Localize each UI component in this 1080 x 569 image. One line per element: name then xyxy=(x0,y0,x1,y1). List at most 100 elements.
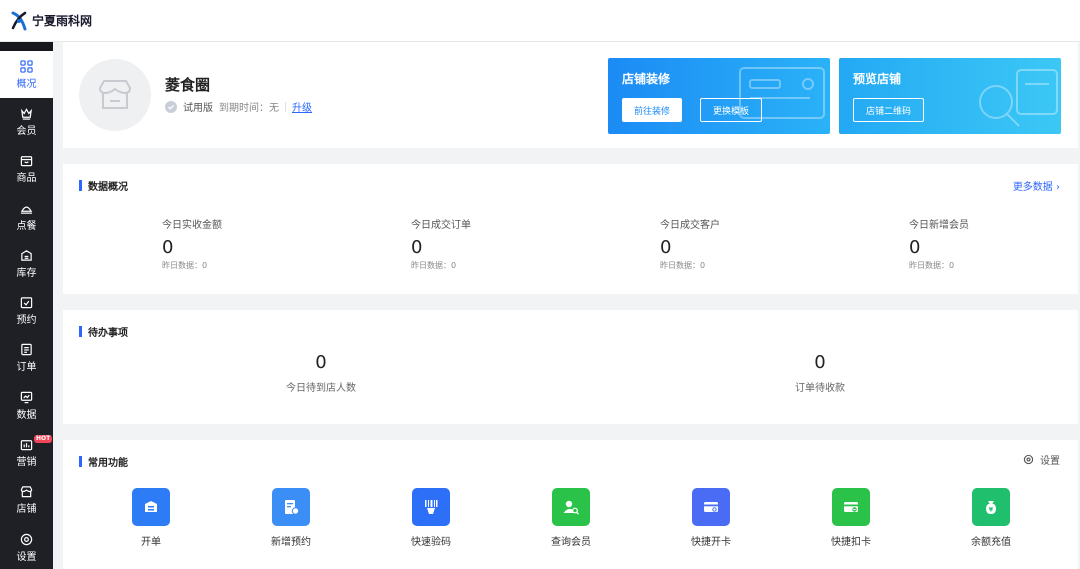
sidebar-label: 会员 xyxy=(16,125,37,137)
stat-item: 今日成交客户 0 昨日数据：0 xyxy=(660,216,720,271)
todo-label: 今日待到店人数 xyxy=(286,383,356,394)
marketing-icon xyxy=(20,440,33,451)
sidebar-label: 库存 xyxy=(16,267,37,279)
order-list-icon xyxy=(21,344,32,356)
stat-label: 今日实收金额 xyxy=(162,220,222,231)
card-deduct-icon xyxy=(832,488,870,526)
func-quick-deduct-card[interactable]: 快捷扣卡 xyxy=(811,488,891,548)
shop-qrcode-button[interactable]: 店铺二维码 xyxy=(853,98,925,122)
inventory-icon xyxy=(21,249,32,261)
sidebar-item-reservation[interactable]: 预约 xyxy=(0,287,53,334)
store-meta: 试用版 到期时间：无 升级 xyxy=(165,99,312,114)
expire-text: 到期时间：无 xyxy=(219,103,279,114)
preview-title: 预览店铺 xyxy=(853,72,902,86)
func-quick-verify[interactable]: 快速验码 xyxy=(391,488,471,548)
edition-label: 试用版 xyxy=(183,103,213,114)
data-overview-card: 数据概况 更多数据 › 今日实收金额 0 昨日数据：0 今日成交订单 0 昨日数… xyxy=(63,164,1078,294)
common-functions-card: 常用功能 设置 开单 新增预约 快速验码 查询会员 快捷开卡 快捷扣卡 ¥ 余额… xyxy=(63,440,1078,569)
sidebar-label: 预约 xyxy=(16,315,37,327)
sidebar-item-orders[interactable]: 订单 xyxy=(0,335,53,382)
new-reservation-icon xyxy=(272,488,310,526)
func-new-reservation[interactable]: 新增预约 xyxy=(251,488,331,548)
func-label: 余额充值 xyxy=(971,537,1011,548)
hot-badge: HOT xyxy=(34,435,53,444)
func-quick-open-card[interactable]: 快捷开卡 xyxy=(671,488,751,548)
stat-yesterday: 昨日数据：0 xyxy=(909,261,955,270)
settings-label: 设置 xyxy=(1040,456,1060,467)
section-title: 数据概况 xyxy=(79,178,128,193)
go-decorate-button[interactable]: 前往装修 xyxy=(622,98,683,122)
shield-check-icon xyxy=(165,100,177,113)
func-label: 快捷扣卡 xyxy=(831,537,871,548)
sidebar-item-inventory[interactable]: 库存 xyxy=(0,240,53,287)
sidebar-label: 设置 xyxy=(16,551,37,563)
sidebar-item-overview[interactable]: 概况 xyxy=(0,51,53,99)
preview-illustration xyxy=(979,69,1058,127)
more-data-link[interactable]: 更多数据 › xyxy=(1013,178,1060,193)
stat-yesterday: 昨日数据：0 xyxy=(411,261,457,270)
sidebar-label: 商品 xyxy=(16,173,37,185)
sidebar-item-settings[interactable]: 设置 xyxy=(0,524,53,569)
func-label: 快速验码 xyxy=(411,537,451,548)
sidebar-label: 点餐 xyxy=(16,220,37,232)
stat-value: 0 xyxy=(660,237,672,258)
sidebar-item-ordering[interactable]: 点餐 xyxy=(0,193,53,240)
store-card: 菱食圈 试用版 到期时间：无 升级 店铺装修 前往装修 更换模板 预览店铺 店铺… xyxy=(63,42,1078,148)
member-search-icon xyxy=(552,488,590,526)
crown-icon xyxy=(20,108,33,120)
upgrade-link[interactable]: 升级 xyxy=(292,99,312,114)
todo-value: 0 xyxy=(814,352,826,373)
func-label: 快捷开卡 xyxy=(691,537,731,548)
todo-item[interactable]: 0 订单待收款 xyxy=(720,352,920,394)
stat-item: 今日新增会员 0 昨日数据：0 xyxy=(909,216,969,271)
sidebar-item-products[interactable]: 商品 xyxy=(0,146,53,193)
stat-yesterday: 昨日数据：0 xyxy=(660,261,706,270)
stat-value: 0 xyxy=(411,237,423,258)
sidebar-label: 店铺 xyxy=(16,504,37,516)
card-open-icon xyxy=(692,488,730,526)
shop-icon xyxy=(20,486,33,498)
func-member-search[interactable]: 查询会员 xyxy=(531,488,611,548)
sidebar-item-members[interactable]: 会员 xyxy=(0,98,53,145)
sidebar-label: 数据 xyxy=(16,409,37,421)
dish-icon xyxy=(20,206,33,214)
sidebar: 概况 会员 商品 点餐 库存 预约 订单 数据 HOT 营销 店铺 设置 xyxy=(0,42,53,569)
stat-label: 今日成交订单 xyxy=(411,220,471,231)
sidebar-label: 营销 xyxy=(16,457,37,469)
todo-item[interactable]: 0 今日待到店人数 xyxy=(221,352,421,394)
change-template-button[interactable]: 更换模板 xyxy=(700,98,763,122)
todo-label: 订单待收款 xyxy=(795,383,845,394)
stat-yesterday: 昨日数据：0 xyxy=(162,261,208,270)
stat-value: 0 xyxy=(162,237,174,258)
stat-value: 0 xyxy=(909,237,921,258)
decoration-title: 店铺装修 xyxy=(622,72,671,86)
brand-name: 宁夏雨科网 xyxy=(32,14,93,28)
gear-icon xyxy=(1023,454,1034,465)
sidebar-label: 概况 xyxy=(16,78,37,90)
func-balance-recharge[interactable]: ¥ 余额充值 xyxy=(951,488,1031,548)
sidebar-item-marketing[interactable]: HOT 营销 xyxy=(0,429,53,476)
sidebar-strip xyxy=(0,42,53,51)
functions-settings-link[interactable]: 设置 xyxy=(1023,452,1060,467)
grid-icon xyxy=(20,59,33,73)
store-name: 菱食圈 xyxy=(165,76,211,94)
sidebar-item-data[interactable]: 数据 xyxy=(0,382,53,429)
store-placeholder-icon xyxy=(98,80,132,109)
bag-icon xyxy=(20,156,33,167)
stat-label: 今日成交客户 xyxy=(660,220,720,231)
top-bar: 宁夏雨科网 xyxy=(0,0,1080,42)
stat-label: 今日新增会员 xyxy=(909,220,969,231)
func-label: 查询会员 xyxy=(551,537,591,548)
balance-recharge-icon: ¥ xyxy=(972,488,1010,526)
meta-divider xyxy=(285,101,286,112)
todo-value: 0 xyxy=(315,352,327,373)
section-title: 常用功能 xyxy=(79,454,128,469)
func-open-order[interactable]: 开单 xyxy=(111,488,191,548)
calendar-check-icon xyxy=(20,297,33,309)
sidebar-item-shop[interactable]: 店铺 xyxy=(0,477,53,524)
stat-item: 今日实收金额 0 昨日数据：0 xyxy=(162,216,222,271)
gear-icon xyxy=(20,533,33,545)
sidebar-label: 订单 xyxy=(16,362,37,374)
store-avatar xyxy=(79,59,151,131)
todo-card: 待办事项 0 今日待到店人数 0 订单待收款 xyxy=(63,310,1078,424)
